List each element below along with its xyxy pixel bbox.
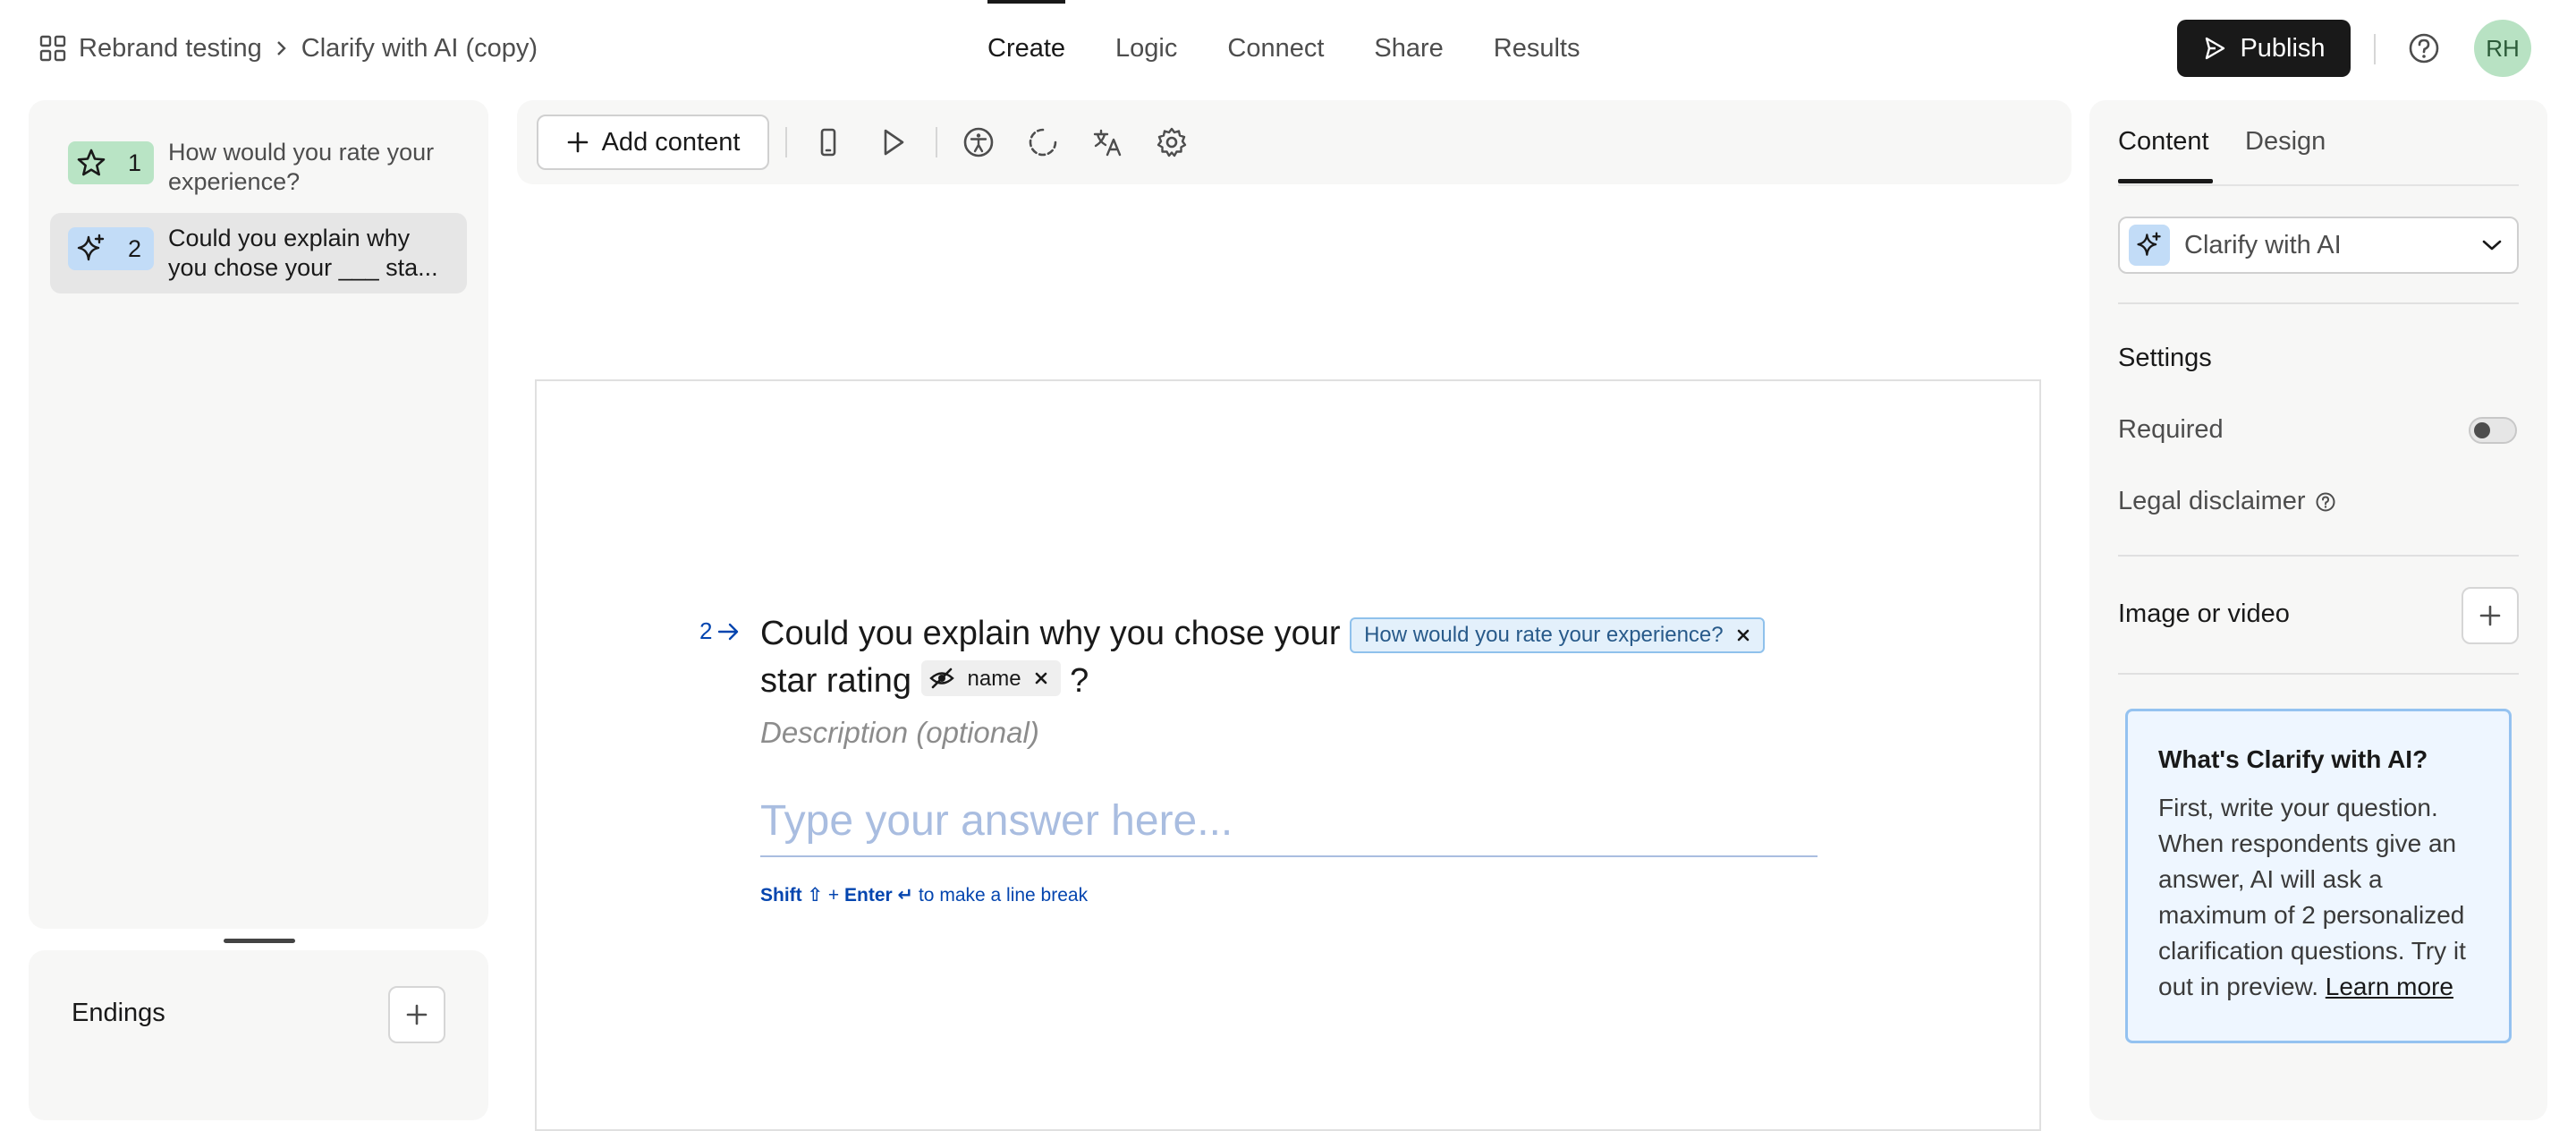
question-item-1-text: How would you rate your experience?	[168, 139, 435, 195]
chevron-right-icon	[275, 39, 289, 57]
top-bar: Rebrand testing Clarify with AI (copy) C…	[0, 0, 2576, 97]
remove-pill-icon[interactable]	[1034, 671, 1048, 685]
remove-pill-icon[interactable]	[1736, 628, 1750, 642]
plus-icon	[2478, 603, 2503, 628]
tab-content[interactable]: Content	[2118, 127, 2209, 157]
question-item-2-text: Could you explain why you chose your ___…	[168, 225, 438, 281]
question-list-panel: 1 How would you rate your experience? 2 …	[29, 100, 488, 929]
divider	[2118, 302, 2519, 304]
add-content-label: Add content	[601, 127, 741, 157]
image-video-heading: Image or video	[2118, 600, 2290, 628]
divider	[2118, 673, 2519, 675]
settings-panel: Content Design Clarify with AI Settings …	[2089, 100, 2547, 1120]
answer-input[interactable]: Type your answer here...	[760, 796, 1818, 857]
question-badge-1: 1	[68, 141, 154, 184]
send-icon	[2202, 36, 2227, 61]
tab-results[interactable]: Results	[1469, 0, 1606, 97]
endings-title: Endings	[72, 999, 165, 1027]
plus-icon	[566, 131, 589, 154]
sparkle-icon	[75, 233, 107, 265]
star-icon	[75, 147, 107, 179]
question-number: 2	[699, 617, 741, 645]
required-toggle[interactable]	[2469, 417, 2517, 444]
add-media-button[interactable]	[2462, 587, 2519, 644]
loading-icon[interactable]	[1027, 126, 1059, 158]
description-field[interactable]: Description (optional)	[760, 716, 1039, 750]
question-type-label: Clarify with AI	[2184, 230, 2342, 259]
tab-connect[interactable]: Connect	[1202, 0, 1349, 97]
question-type-select[interactable]: Clarify with AI	[2118, 217, 2519, 274]
variable-pill[interactable]: name	[920, 660, 1061, 696]
breadcrumb-form[interactable]: Clarify with AI (copy)	[301, 34, 538, 64]
eye-off-icon	[928, 668, 955, 689]
chevron-down-icon	[2481, 238, 2503, 252]
tab-logic[interactable]: Logic	[1090, 0, 1202, 97]
plus-icon	[404, 1002, 429, 1027]
clarify-info-card: What's Clarify with AI? First, write you…	[2125, 709, 2512, 1043]
question-badge-2: 2	[68, 227, 154, 270]
info-body: First, write your question. When respond…	[2158, 794, 2466, 1000]
editor-toolbar: Add content	[517, 100, 2072, 184]
help-icon[interactable]	[2315, 491, 2336, 513]
question-title[interactable]: Could you explain why you chose your How…	[760, 610, 1834, 705]
learn-more-link[interactable]: Learn more	[2326, 973, 2453, 1000]
breadcrumb-workspace[interactable]: Rebrand testing	[79, 34, 262, 64]
accessibility-icon[interactable]	[962, 126, 995, 158]
divider	[2118, 555, 2519, 557]
tab-create[interactable]: Create	[962, 0, 1090, 97]
toolbar-divider	[936, 127, 937, 157]
toolbar-divider	[785, 127, 787, 157]
main-nav: Create Logic Connect Share Results	[962, 0, 1605, 97]
publish-button[interactable]: Publish	[2177, 20, 2351, 77]
line-break-hint: Shift ⇧ + Enter ↵ to make a line break	[760, 885, 1089, 906]
help-icon[interactable]	[2406, 30, 2442, 66]
tab-design[interactable]: Design	[2245, 127, 2326, 157]
add-content-button[interactable]: Add content	[537, 115, 769, 170]
form-canvas: 2 Could you explain why you chose your H…	[535, 379, 2041, 1131]
tab-share[interactable]: Share	[1349, 0, 1468, 97]
endings-panel: Endings	[29, 950, 488, 1120]
active-tab-indicator	[2118, 179, 2213, 183]
apps-grid-icon[interactable]	[39, 35, 66, 62]
publish-label: Publish	[2240, 33, 2326, 63]
sparkle-icon	[2129, 225, 2170, 266]
add-ending-button[interactable]	[388, 986, 445, 1043]
header-divider	[2374, 34, 2376, 64]
mobile-preview-icon[interactable]	[812, 126, 844, 158]
arrow-right-icon	[717, 622, 741, 642]
required-label: Required	[2118, 415, 2224, 444]
play-icon[interactable]	[877, 126, 909, 158]
question-item-2[interactable]: 2 Could you explain why you chose your _…	[50, 213, 467, 293]
question-item-1[interactable]: 1 How would you rate your experience?	[50, 127, 467, 208]
panel-tabs: Content Design	[2118, 100, 2519, 186]
panel-resize-handle[interactable]	[224, 939, 295, 943]
info-title: What's Clarify with AI?	[2158, 745, 2428, 773]
translate-icon[interactable]	[1091, 126, 1123, 158]
legal-disclaimer-label: Legal disclaimer	[2118, 487, 2336, 516]
settings-heading: Settings	[2118, 344, 2212, 372]
recall-pill[interactable]: How would you rate your experience?	[1350, 617, 1765, 653]
settings-icon[interactable]	[1156, 126, 1188, 158]
avatar[interactable]: RH	[2474, 20, 2531, 77]
breadcrumb: Rebrand testing Clarify with AI (copy)	[39, 30, 538, 66]
